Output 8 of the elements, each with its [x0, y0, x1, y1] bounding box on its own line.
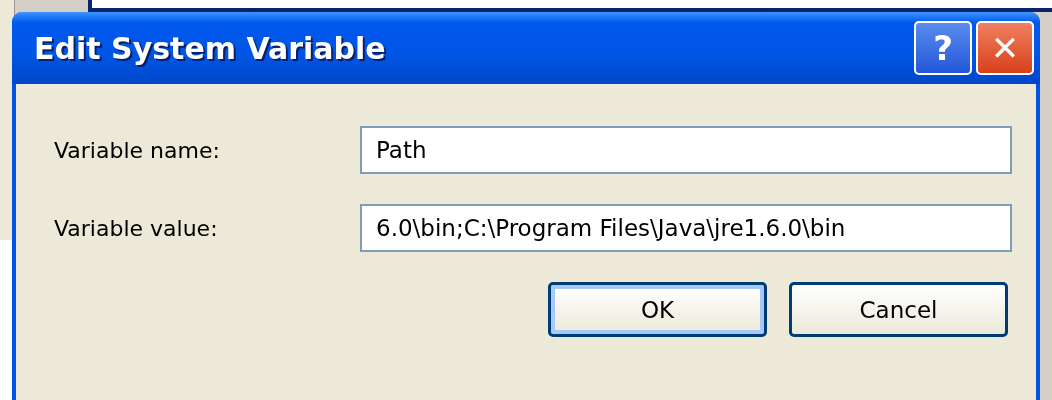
input-field[interactable]: Path — [360, 126, 1012, 174]
help-button[interactable]: ? — [914, 21, 972, 75]
dialog-button[interactable]: Cancel — [789, 282, 1008, 337]
window-title: Edit System Variable — [34, 30, 386, 66]
input-field[interactable]: 6.0\bin;C:\Program Files\Java\jre1.6.0\bin — [360, 204, 1012, 252]
dialog-button[interactable]: OK — [548, 282, 767, 337]
field-label: Variable name: — [54, 137, 221, 163]
field-label: Variable value: — [54, 215, 219, 241]
